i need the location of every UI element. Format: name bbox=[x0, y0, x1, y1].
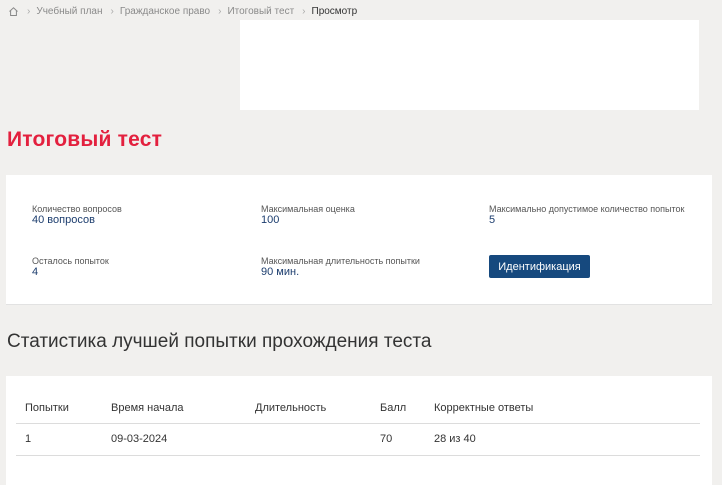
max-attempts-value: 5 bbox=[489, 214, 496, 226]
remaining-value: 4 bbox=[32, 266, 39, 278]
breadcrumb-current: Просмотр bbox=[311, 5, 358, 17]
stats-card: Попытки Время начала Длительность Балл К… bbox=[6, 376, 712, 485]
breadcrumb-item-course[interactable]: Гражданское право bbox=[120, 6, 210, 17]
questions-value: 40 вопросов bbox=[32, 214, 95, 226]
banner-placeholder bbox=[240, 20, 699, 110]
max-duration-label: Максимальная длительность попытки bbox=[261, 256, 420, 266]
test-info-card: Количество вопросов 40 вопросов Максимал… bbox=[6, 175, 712, 305]
cell-score: 70 bbox=[371, 423, 425, 456]
chevron-right-icon: › bbox=[218, 5, 222, 17]
column-attempts: Попытки bbox=[16, 394, 102, 424]
column-start-time: Время начала bbox=[102, 394, 246, 424]
breadcrumb: › Учебный план › Гражданское право › Ито… bbox=[8, 4, 357, 18]
questions-count: Количество вопросов 40 вопросов bbox=[32, 204, 122, 226]
remaining-label: Осталось попыток bbox=[32, 256, 109, 266]
chevron-right-icon: › bbox=[27, 5, 31, 17]
max-score-label: Максимальная оценка bbox=[261, 204, 355, 214]
max-score: Максимальная оценка 100 bbox=[261, 204, 355, 226]
stats-table: Попытки Время начала Длительность Балл К… bbox=[16, 394, 700, 456]
max-score-value: 100 bbox=[261, 214, 280, 226]
cell-duration bbox=[246, 423, 371, 456]
table-row: 1 09-03-2024 70 28 из 40 bbox=[16, 423, 700, 456]
max-attempts: Максимально допустимое количество попыто… bbox=[489, 204, 689, 226]
identification-button[interactable]: Идентификация bbox=[489, 255, 590, 278]
remaining-attempts: Осталось попыток 4 bbox=[32, 256, 109, 278]
column-score: Балл bbox=[371, 394, 425, 424]
table-header-row: Попытки Время начала Длительность Балл К… bbox=[16, 394, 700, 424]
max-duration-value: 90 мин. bbox=[261, 266, 300, 278]
chevron-right-icon: › bbox=[110, 5, 114, 17]
column-duration: Длительность bbox=[246, 394, 371, 424]
cell-correct-answers: 28 из 40 bbox=[425, 423, 700, 456]
column-correct-answers: Корректные ответы bbox=[425, 394, 700, 424]
page-title: Итоговый тест bbox=[7, 128, 163, 151]
cell-start-time: 09-03-2024 bbox=[102, 423, 246, 456]
home-icon[interactable] bbox=[8, 6, 19, 17]
questions-label: Количество вопросов bbox=[32, 204, 122, 214]
max-duration: Максимальная длительность попытки 90 мин… bbox=[261, 256, 420, 278]
breadcrumb-item-test[interactable]: Итоговый тест bbox=[227, 6, 294, 17]
chevron-right-icon: › bbox=[302, 5, 306, 17]
stats-title: Статистика лучшей попытки прохождения те… bbox=[7, 331, 432, 352]
cell-attempt: 1 bbox=[16, 423, 102, 456]
max-attempts-label: Максимально допустимое количество попыто… bbox=[489, 204, 685, 214]
breadcrumb-item-plan[interactable]: Учебный план bbox=[36, 6, 102, 17]
